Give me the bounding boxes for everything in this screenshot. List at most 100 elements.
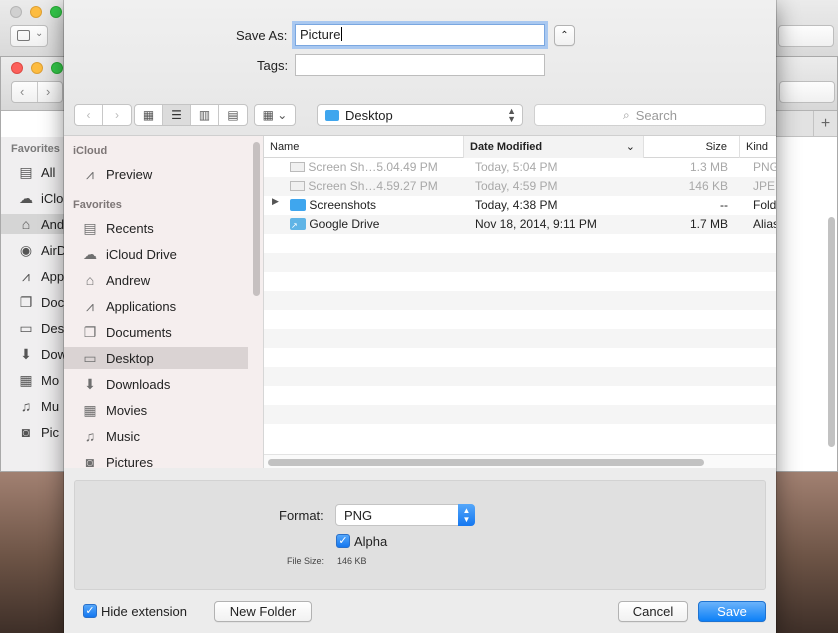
sidebar-item-movies[interactable]: ▦ Movies [64, 399, 248, 421]
view-mode-selector[interactable]: ▦ ☰ ▥ ▤ [134, 104, 248, 126]
location-popup[interactable]: Desktop ▲ ▼ [317, 104, 523, 126]
background-sidebar-item[interactable]: ⌂ And [1, 214, 67, 234]
background-sidebar-item[interactable]: ▤ All [17, 162, 67, 182]
icon-view-button[interactable]: ▦ [135, 105, 163, 125]
file-row[interactable]: ▶ Screenshots Today, 4:38 PM -- Fold [264, 196, 776, 215]
save-as-value: Picture [300, 27, 341, 42]
movies-icon: ▦ [83, 401, 97, 418]
background-sidebar: Favorites ▤ All ☁ iClo ⌂ And ◉ AirD ⩘ App ❐ Do… [1, 137, 67, 471]
new-folder-button[interactable]: New Folder [214, 601, 312, 622]
file-size: 1.7 MB [689, 217, 728, 231]
column-header-date-modified[interactable]: Date Modified ⌄ [464, 136, 644, 158]
hide-extension-label: Hide extension [101, 604, 187, 619]
forward-button[interactable]: › [103, 105, 131, 125]
file-date: Today, 5:04 PM [475, 160, 558, 174]
background-sidebar-item[interactable]: ⩘ App [17, 266, 67, 286]
save-as-field[interactable]: Picture [295, 24, 545, 46]
background-sidebar-item[interactable]: ♫ Mu [17, 396, 67, 416]
columns-icon: ▥ [198, 108, 211, 122]
sidebar-item-pictures[interactable]: ◙ Pictures [64, 451, 248, 468]
alpha-checkbox[interactable]: ✓ [336, 534, 350, 548]
sidebar-item-music[interactable]: ♫ Music [64, 425, 248, 447]
background-sidebar-header: Favorites [11, 143, 60, 155]
background-sidebar-item[interactable]: ▭ Des [17, 318, 67, 338]
arrange-grid-icon: ▦ ⌄ [262, 108, 288, 122]
cover-flow-icon: ▤ [227, 108, 239, 122]
sidebar-item-icloud-drive[interactable]: ☁ iCloud Drive [64, 243, 248, 265]
checkmark-icon: ✓ [338, 535, 348, 547]
cover-flow-button[interactable]: ▤ [219, 105, 247, 125]
column-header-name[interactable]: Name [264, 136, 464, 158]
file-kind: PNG [753, 160, 776, 174]
file-size-value: 146 KB [337, 556, 367, 566]
save-as-label: Save As: [236, 28, 288, 43]
file-kind: JPE [753, 179, 776, 193]
file-name: Screenshots [290, 196, 460, 215]
background-search-field[interactable] [778, 25, 834, 47]
save-button[interactable]: Save [698, 601, 766, 622]
back-arrow-icon: ‹ [86, 108, 91, 122]
background-sidebar-item[interactable]: ⬇ Dow [17, 344, 67, 364]
expand-collapse-button[interactable]: ⌃ [554, 25, 575, 46]
column-header-kind[interactable]: Kind [740, 136, 776, 158]
search-placeholder: Search [635, 107, 677, 123]
tags-field[interactable] [295, 54, 545, 76]
music-icon: ♫ [84, 428, 96, 444]
sidebar-toggle-button[interactable]: ⌄ [10, 25, 48, 47]
alpha-label: Alpha [354, 534, 388, 549]
cancel-button[interactable]: Cancel [618, 601, 688, 622]
back-button[interactable]: ‹ [75, 105, 103, 125]
sidebar-scrollbar[interactable] [253, 142, 260, 296]
file-size: -- [720, 198, 728, 212]
pictures-icon: ◙ [21, 424, 31, 440]
background-sidebar-item[interactable]: ◉ AirD [17, 240, 67, 260]
location-value: Desktop [345, 107, 393, 123]
sidebar-item-desktop[interactable]: ▭ Desktop [64, 347, 248, 369]
sidebar-item-preview[interactable]: ⩘ Preview [64, 163, 248, 185]
file-size: 1.3 MB [689, 160, 728, 174]
file-row[interactable]: ↗ Google Drive Nov 18, 2014, 9:11 PM 1.7 M… [264, 215, 776, 234]
file-name: Screen Sh…4.59.27 PM [290, 177, 460, 196]
empty-row [264, 367, 776, 386]
zoom-button[interactable] [50, 6, 62, 18]
background-search-field-2[interactable] [779, 81, 835, 103]
folder-icon [290, 199, 306, 211]
column-view-button[interactable]: ▥ [191, 105, 219, 125]
zoom-button[interactable] [51, 62, 63, 74]
documents-icon: ❐ [83, 323, 97, 340]
list-view-button[interactable]: ☰ [163, 105, 191, 125]
file-name: ↗ Google Drive [290, 217, 380, 231]
disclosure-triangle-icon[interactable]: ▶ [272, 196, 279, 207]
text-caret [341, 27, 343, 41]
back-forward-buttons[interactable]: ‹ › [74, 104, 132, 126]
search-field[interactable]: ⌕ Search [534, 104, 766, 126]
background-sidebar-item[interactable]: ☁ iClo [17, 188, 67, 208]
back-forward-buttons[interactable]: ‹ › [11, 81, 63, 103]
arrange-menu[interactable]: ▦ ⌄ [255, 105, 295, 125]
empty-row [264, 405, 776, 424]
sidebar-item-downloads[interactable]: ⬇ Downloads [64, 373, 248, 395]
hide-extension-checkbox[interactable]: ✓ [83, 604, 97, 618]
new-tab-button[interactable]: + [813, 111, 837, 137]
sidebar-item-applications[interactable]: ⩘ Applications [64, 295, 248, 317]
desktop-icon: ▭ [83, 349, 97, 366]
music-icon: ♫ [20, 398, 32, 414]
file-list-header: Name Date Modified ⌄ Size Kind [264, 136, 776, 158]
file-row[interactable]: Screen Sh…4.59.27 PM Today, 4:59 PM 146 KB… [264, 177, 776, 196]
column-header-size[interactable]: Size [644, 136, 740, 158]
arrange-button[interactable]: ▦ ⌄ [254, 104, 296, 126]
close-button[interactable] [11, 62, 23, 74]
sidebar-item-recents[interactable]: ▤ Recents [64, 217, 248, 239]
sidebar-item-documents[interactable]: ❐ Documents [64, 321, 248, 343]
background-sidebar-item[interactable]: ◙ Pic [17, 422, 67, 442]
background-sidebar-item[interactable]: ▦ Mo [17, 370, 67, 390]
background-sidebar-item[interactable]: ❐ Doc [17, 292, 67, 312]
tags-label: Tags: [257, 58, 289, 73]
background-scrollbar[interactable] [828, 217, 835, 447]
minimize-button[interactable] [31, 62, 43, 74]
minimize-button[interactable] [30, 6, 42, 18]
sidebar-item-andrew[interactable]: ⌂ Andrew [64, 269, 248, 291]
format-popup[interactable]: PNG ▲ ▼ [335, 504, 475, 526]
horizontal-scrollbar[interactable] [268, 459, 704, 466]
file-row[interactable]: Screen Sh…5.04.49 PM Today, 5:04 PM 1.3 MB… [264, 158, 776, 177]
